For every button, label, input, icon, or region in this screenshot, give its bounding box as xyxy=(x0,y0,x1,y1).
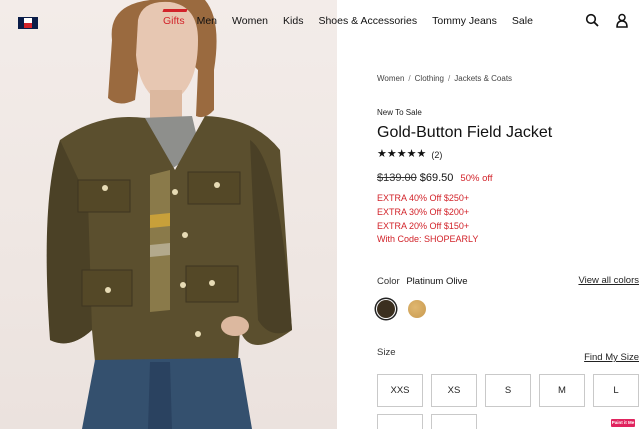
size-options-row-2 xyxy=(377,414,477,429)
color-selector-header: Color Platinum Olive View all colors xyxy=(377,275,639,287)
size-options: XXS XS S M L xyxy=(377,374,639,407)
paint-it-me-badge[interactable]: Paint it Me xyxy=(611,419,635,427)
price-block: $139.00 $69.50 50% off xyxy=(377,172,492,184)
size-selector-header: Size Find My Size xyxy=(377,347,639,363)
size-option-partial[interactable] xyxy=(377,414,423,429)
breadcrumb: Women / Clothing / Jackets & Coats xyxy=(377,74,512,83)
size-option-s[interactable]: S xyxy=(485,374,531,407)
rating-stars: ★ ★ ★ ★ ★ xyxy=(377,149,426,160)
size-option-xxs[interactable]: XXS xyxy=(377,374,423,407)
size-option-partial[interactable] xyxy=(431,414,477,429)
star-icon: ★ xyxy=(377,148,387,160)
nav-gifts[interactable]: Gifts xyxy=(162,9,188,28)
product-details: Women / Clothing / Jackets & Coats New To Sa… xyxy=(377,0,640,429)
color-label: Color xyxy=(377,276,400,287)
model-illustration xyxy=(46,0,292,429)
original-price: $139.00 xyxy=(377,172,417,184)
nav-women[interactable]: Women xyxy=(232,15,268,28)
promo-line: EXTRA 40% Off $250+ xyxy=(377,193,470,203)
product-title: Gold-Button Field Jacket xyxy=(377,124,553,141)
star-icon: ★ xyxy=(396,148,407,160)
review-count[interactable]: (2) xyxy=(431,150,442,160)
size-option-xs[interactable]: XS xyxy=(431,374,477,407)
discount-label: 50% off xyxy=(460,173,493,184)
breadcrumb-separator: / xyxy=(408,74,411,83)
breadcrumb-women[interactable]: Women xyxy=(377,74,404,83)
breadcrumb-clothing[interactable]: Clothing xyxy=(415,74,444,83)
promo-list: EXTRA 40% Off $250+ EXTRA 30% Off $200+ … xyxy=(377,192,478,247)
nav-kids[interactable]: Kids xyxy=(283,15,303,28)
size-option-l[interactable]: L xyxy=(593,374,639,407)
star-icon: ★ xyxy=(406,148,417,160)
star-icon: ★ xyxy=(416,148,427,160)
promo-code-line: With Code: SHOPEARLY xyxy=(377,234,479,245)
size-option-m[interactable]: M xyxy=(539,374,585,407)
breadcrumb-jackets-coats[interactable]: Jackets & Coats xyxy=(454,74,512,83)
brand-logo-flag[interactable] xyxy=(18,16,38,29)
product-rating[interactable]: ★ ★ ★ ★ ★ (2) xyxy=(377,149,442,160)
product-hero-image xyxy=(0,0,337,429)
selected-color-name: Platinum Olive xyxy=(406,276,468,287)
size-label: Size xyxy=(377,347,396,358)
find-my-size-link[interactable]: Find My Size xyxy=(584,352,639,363)
breadcrumb-separator: / xyxy=(448,74,451,83)
product-tag: New To Sale xyxy=(377,108,422,117)
nav-gifts-label: Gifts xyxy=(163,15,185,27)
promo-line: EXTRA 30% Off $200+ xyxy=(377,206,470,217)
view-all-colors-link[interactable]: View all colors xyxy=(578,275,639,286)
color-swatch-gold[interactable] xyxy=(408,300,426,318)
promo-line: EXTRA 20% Off $150+ xyxy=(377,220,470,231)
gifts-accent-mark xyxy=(162,9,188,12)
color-swatch-platinum-olive[interactable] xyxy=(377,300,395,318)
nav-men[interactable]: Men xyxy=(197,15,217,28)
sale-price: $69.50 xyxy=(419,172,454,184)
star-icon: ★ xyxy=(386,148,397,160)
